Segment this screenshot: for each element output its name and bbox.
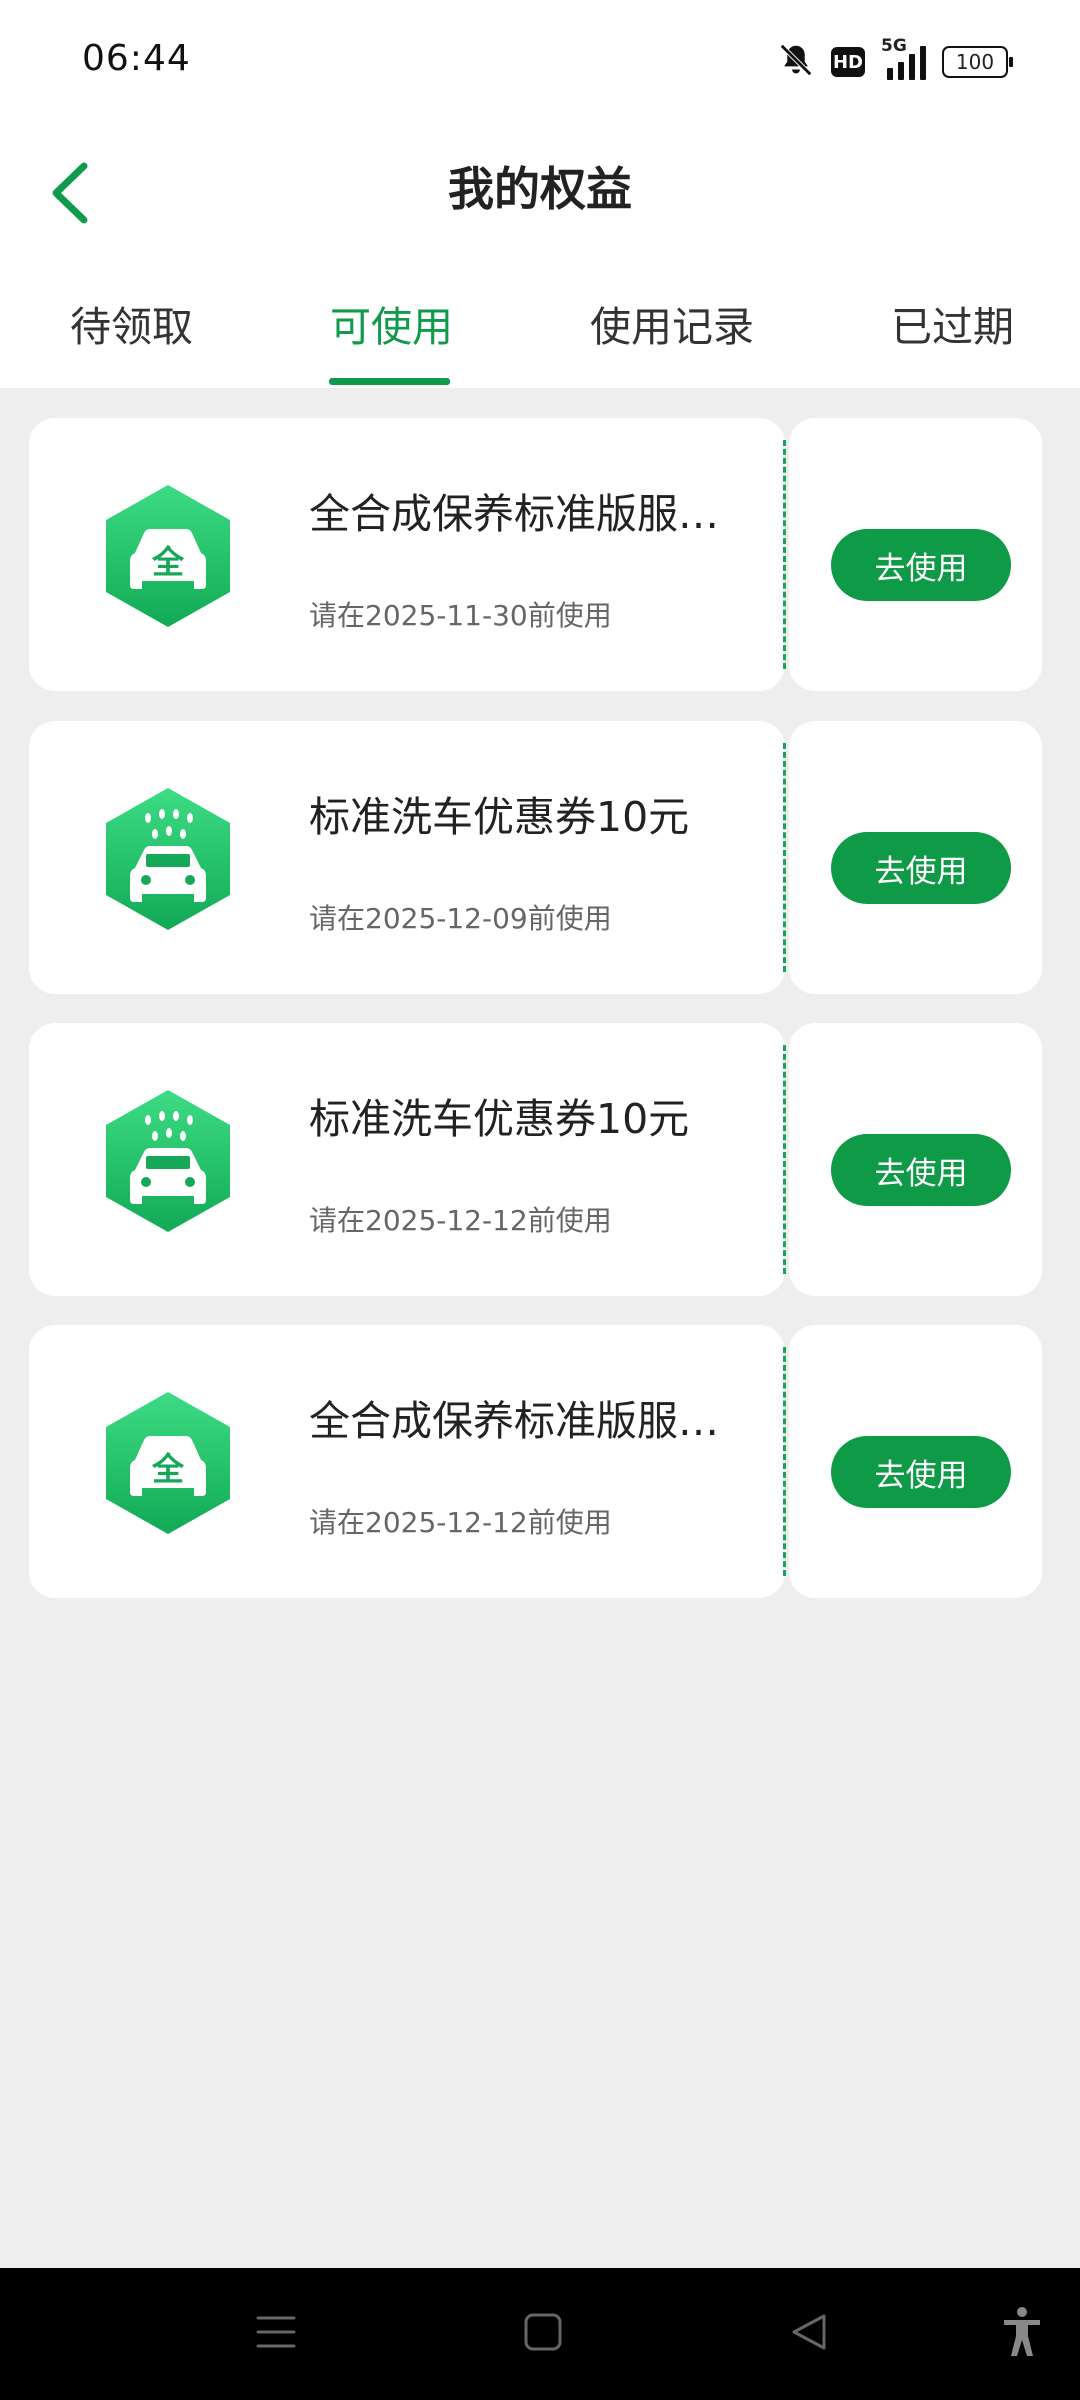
car-wash-icon — [102, 784, 234, 934]
coupon-main[interactable]: 全 全合成保养标准版服务券 请在2025-11-30前使用 — [29, 418, 785, 691]
coupon-divider — [783, 440, 786, 669]
status-bar: 06:44 HD 5G 100 — [0, 0, 1080, 125]
coupon-expiry: 请在2025-12-09前使用 — [309, 902, 612, 935]
hd-voice-icon: HD — [831, 47, 865, 77]
coupon-action-area: 去使用 — [789, 1023, 1042, 1296]
coupon-main[interactable]: 标准洗车优惠券10元 请在2025-12-09前使用 — [29, 721, 785, 994]
accessibility-button[interactable] — [990, 2302, 1054, 2366]
coupon-card: 标准洗车优惠券10元 请在2025-12-09前使用 去使用 — [29, 721, 1042, 994]
full-synthetic-maintenance-icon: 全 — [102, 481, 234, 631]
car-wash-icon — [102, 1086, 234, 1236]
home-icon — [521, 2310, 565, 2358]
coupon-action-area: 去使用 — [789, 1325, 1042, 1598]
coupon-divider — [783, 743, 786, 972]
signal-strength-icon: 5G — [881, 36, 926, 80]
coupon-action-area: 去使用 — [789, 721, 1042, 994]
use-coupon-button[interactable]: 去使用 — [831, 832, 1011, 904]
coupon-title: 全合成保养标准版服务券 — [309, 1397, 759, 1445]
coupon-card: 全 全合成保养标准版服务券 请在2025-12-12前使用 去使用 — [29, 1325, 1042, 1598]
coupon-card: 标准洗车优惠券10元 请在2025-12-12前使用 去使用 — [29, 1023, 1042, 1296]
use-coupon-button[interactable]: 去使用 — [831, 529, 1011, 601]
bell-muted-icon — [777, 41, 815, 83]
status-time: 06:44 — [82, 38, 191, 79]
accessibility-icon — [1000, 2306, 1044, 2362]
page-title: 我的权益 — [448, 162, 632, 216]
coupon-card: 全 全合成保养标准版服务券 请在2025-11-30前使用 去使用 — [29, 418, 1042, 691]
coupon-expiry: 请在2025-12-12前使用 — [309, 1506, 612, 1539]
tab-available[interactable]: 可使用 — [330, 293, 453, 353]
coupon-action-area: 去使用 — [789, 418, 1042, 691]
network-type-label: 5G — [881, 36, 907, 56]
use-coupon-button[interactable]: 去使用 — [831, 1134, 1011, 1206]
use-coupon-button[interactable]: 去使用 — [831, 1436, 1011, 1508]
tab-usage-history[interactable]: 使用记录 — [590, 293, 754, 353]
page-header: 我的权益 — [0, 125, 1080, 265]
home-button[interactable] — [511, 2302, 575, 2366]
status-icons: HD 5G 100 — [777, 36, 1013, 84]
coupon-divider — [783, 1045, 786, 1274]
coupon-divider — [783, 1347, 786, 1576]
back-triangle-icon — [788, 2310, 832, 2358]
coupon-expiry: 请在2025-11-30前使用 — [309, 599, 612, 632]
menu-icon — [254, 2310, 298, 2358]
svg-text:全: 全 — [151, 1450, 185, 1488]
svg-text:全: 全 — [151, 543, 185, 581]
coupon-title: 全合成保养标准版服务券 — [309, 490, 759, 538]
system-nav-bar — [0, 2268, 1080, 2400]
tab-bar: 待领取 可使用 使用记录 已过期 — [0, 265, 1080, 388]
active-tab-indicator — [329, 378, 450, 385]
full-synthetic-maintenance-icon: 全 — [102, 1388, 234, 1538]
battery-icon: 100 — [942, 46, 1013, 78]
coupon-expiry: 请在2025-12-12前使用 — [309, 1204, 612, 1237]
coupon-title: 标准洗车优惠券10元 — [309, 1095, 690, 1143]
menu-button[interactable] — [244, 2302, 308, 2366]
coupon-main[interactable]: 标准洗车优惠券10元 请在2025-12-12前使用 — [29, 1023, 785, 1296]
tab-expired[interactable]: 已过期 — [891, 293, 1014, 353]
coupon-title: 标准洗车优惠券10元 — [309, 793, 690, 841]
coupon-main[interactable]: 全 全合成保养标准版服务券 请在2025-12-12前使用 — [29, 1325, 785, 1598]
back-nav-button[interactable] — [778, 2302, 842, 2366]
tab-to-claim[interactable]: 待领取 — [70, 293, 193, 353]
